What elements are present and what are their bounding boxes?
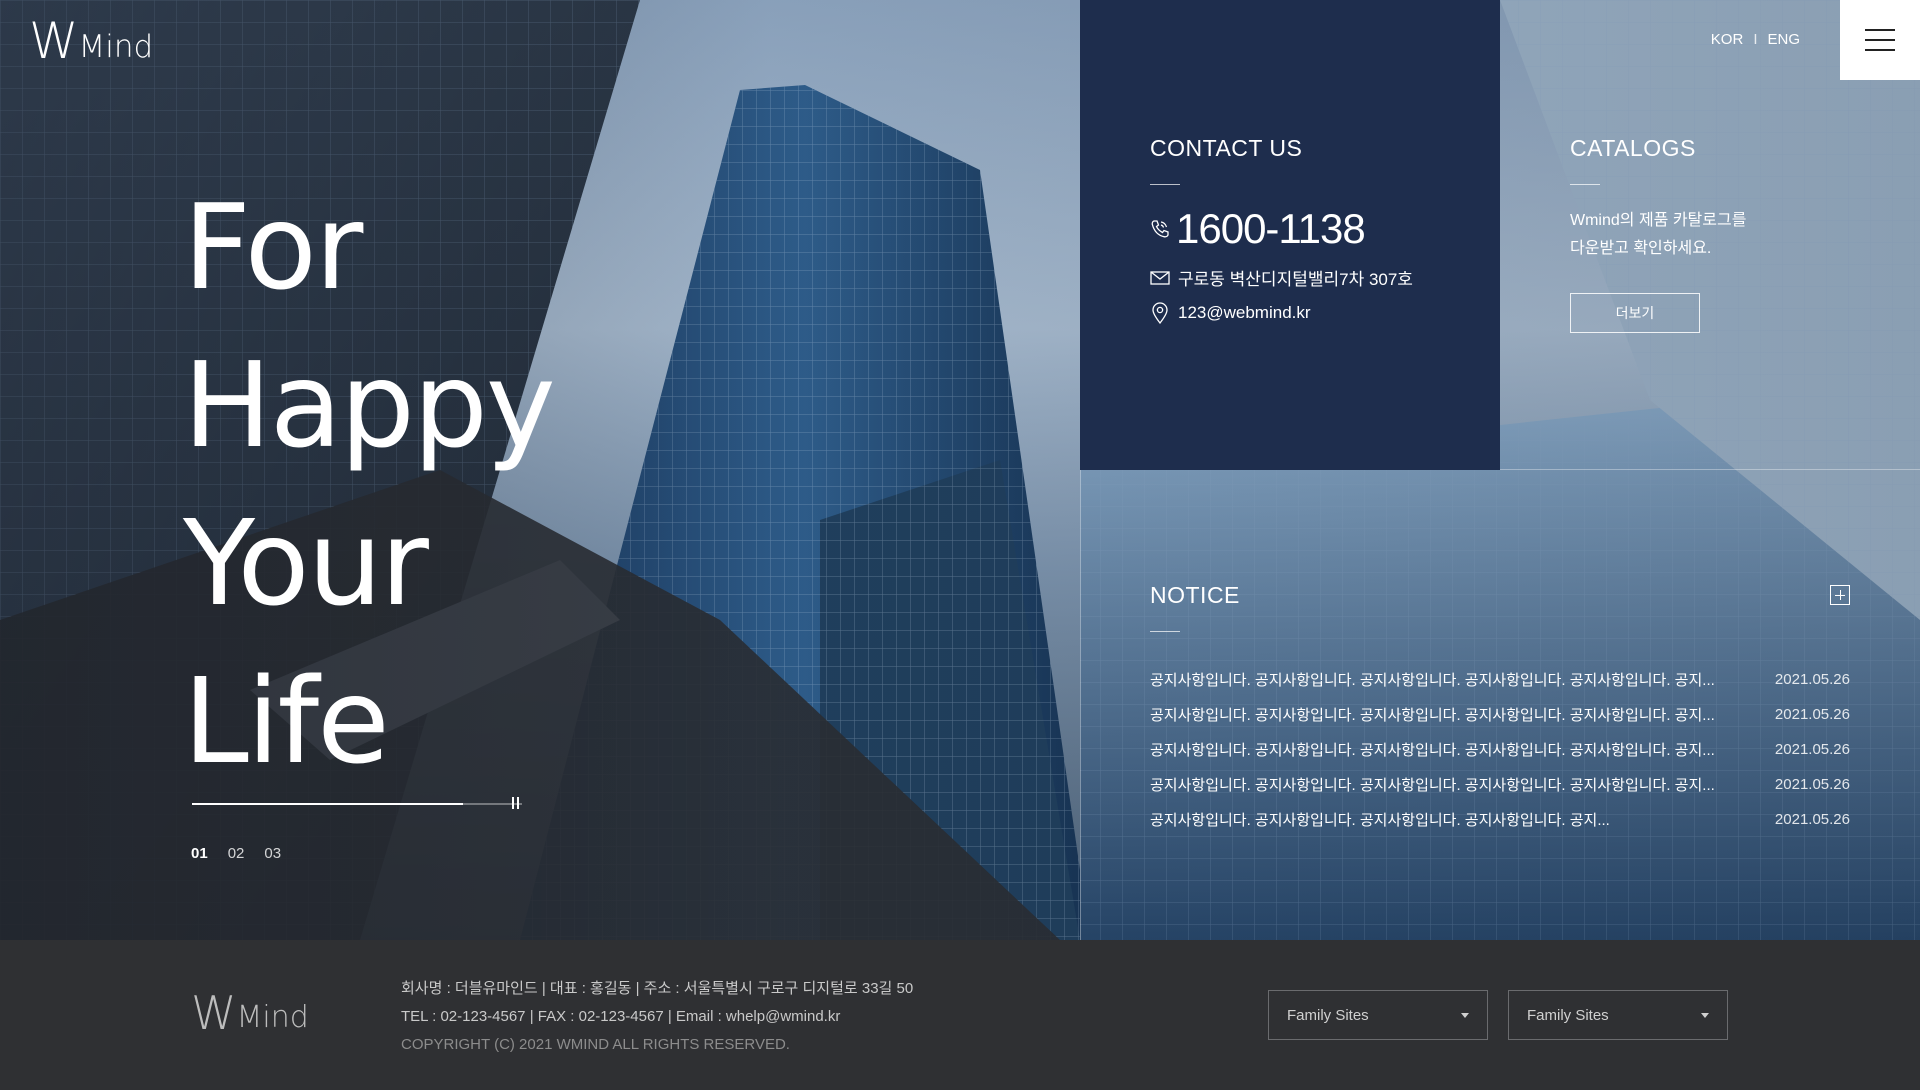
pager-item-02[interactable]: 02 bbox=[228, 845, 245, 862]
title-divider bbox=[1150, 631, 1180, 632]
slogan-line: Your bbox=[183, 494, 429, 632]
notice-item-title[interactable]: 공지사항입니다. 공지사항입니다. 공지사항입니다. 공지사항입니다. 공지..… bbox=[1150, 809, 1730, 830]
notice-item-title[interactable]: 공지사항입니다. 공지사항입니다. 공지사항입니다. 공지사항입니다. 공지사항… bbox=[1150, 774, 1730, 795]
phone-row: 1600-1138 bbox=[1150, 205, 1413, 253]
catalogs-section: CATALOGS Wmind의 제품 카탈로그를 다운받고 확인하세요. 더보기 bbox=[1570, 135, 1790, 333]
notice-item-date: 2021.05.26 bbox=[1774, 671, 1850, 688]
notice-item-title[interactable]: 공지사항입니다. 공지사항입니다. 공지사항입니다. 공지사항입니다. 공지사항… bbox=[1150, 739, 1730, 760]
notice-item-date: 2021.05.26 bbox=[1774, 741, 1850, 758]
catalogs-title: CATALOGS bbox=[1570, 135, 1696, 161]
contact-title: CONTACT US bbox=[1150, 135, 1303, 161]
lang-kor-link[interactable]: KOR bbox=[1711, 31, 1744, 48]
logo-mind: Mind bbox=[78, 29, 154, 65]
lang-eng-link[interactable]: ENG bbox=[1767, 31, 1800, 48]
email-link[interactable]: 123@webmind.kr bbox=[1178, 303, 1311, 323]
notice-item-date: 2021.05.26 bbox=[1774, 706, 1850, 723]
lang-separator: I bbox=[1753, 31, 1758, 48]
language-switcher: KOR I ENG bbox=[1711, 31, 1800, 48]
notice-section: NOTICE 공지사항입니다. 공지사항입니다. 공지사항입니다. 공지사항입니… bbox=[1150, 582, 1850, 837]
footer-copyright: COPYRIGHT (C) 2021 WMIND ALL RIGHTS RESE… bbox=[401, 1036, 790, 1053]
footer-info-line: TEL : 02-123-4567 | FAX : 02-123-4567 | … bbox=[401, 1008, 841, 1025]
mail-icon bbox=[1150, 270, 1170, 285]
catalogs-more-button[interactable]: 더보기 bbox=[1570, 293, 1700, 333]
hamburger-icon bbox=[1865, 29, 1895, 31]
notice-item[interactable]: 공지사항입니다. 공지사항입니다. 공지사항입니다. 공지사항입니다. 공지사항… bbox=[1150, 662, 1850, 697]
contact-panel: CONTACT US 1600-1138 구로동 벽산디지털밸리7차 307호 … bbox=[1080, 0, 1500, 470]
section-divider bbox=[1080, 470, 1081, 940]
title-divider bbox=[1150, 184, 1180, 185]
pager-item-03[interactable]: 03 bbox=[264, 845, 281, 862]
title-divider bbox=[1570, 184, 1600, 185]
chevron-down-icon bbox=[1461, 1012, 1469, 1018]
catalogs-desc-line: 다운받고 확인하세요. bbox=[1570, 240, 1712, 257]
phone-number[interactable]: 1600-1138 bbox=[1176, 205, 1366, 253]
notice-item-title[interactable]: 공지사항입니다. 공지사항입니다. 공지사항입니다. 공지사항입니다. 공지사항… bbox=[1150, 669, 1730, 690]
slide-progress-fill bbox=[192, 803, 463, 805]
family-sites-select-1[interactable]: Family Sites bbox=[1268, 990, 1488, 1040]
notice-title: NOTICE bbox=[1150, 582, 1240, 608]
hamburger-menu-button[interactable] bbox=[1840, 0, 1920, 80]
slogan-line: Happy bbox=[183, 336, 556, 474]
slogan-line: Life bbox=[183, 652, 390, 790]
notice-item[interactable]: 공지사항입니다. 공지사항입니다. 공지사항입니다. 공지사항입니다. 공지사항… bbox=[1150, 767, 1850, 802]
email-row: 123@webmind.kr bbox=[1150, 302, 1413, 324]
address-text: 구로동 벽산디지털밸리7차 307호 bbox=[1178, 270, 1413, 289]
notice-item[interactable]: 공지사항입니다. 공지사항입니다. 공지사항입니다. 공지사항입니다. 공지사항… bbox=[1150, 732, 1850, 767]
catalogs-description: Wmind의 제품 카탈로그를 다운받고 확인하세요. bbox=[1570, 207, 1790, 263]
section-divider bbox=[1500, 469, 1920, 470]
notice-item[interactable]: 공지사항입니다. 공지사항입니다. 공지사항입니다. 공지사항입니다. 공지사항… bbox=[1150, 697, 1850, 732]
slide-pager: 01 02 03 bbox=[191, 845, 281, 862]
notice-item-title[interactable]: 공지사항입니다. 공지사항입니다. 공지사항입니다. 공지사항입니다. 공지사항… bbox=[1150, 704, 1730, 725]
pager-item-01[interactable]: 01 bbox=[191, 845, 208, 862]
family-sites-label: Family Sites bbox=[1527, 1006, 1609, 1024]
pause-icon[interactable] bbox=[512, 797, 522, 809]
catalogs-desc-line: Wmind의 제품 카탈로그를 bbox=[1570, 212, 1747, 229]
footer-logo-mind: Mind bbox=[236, 1000, 309, 1035]
notice-item-date: 2021.05.26 bbox=[1774, 811, 1850, 828]
notice-list: 공지사항입니다. 공지사항입니다. 공지사항입니다. 공지사항입니다. 공지사항… bbox=[1150, 662, 1850, 837]
plus-icon[interactable] bbox=[1830, 585, 1850, 605]
site-logo[interactable]: W Mind bbox=[29, 16, 153, 66]
hamburger-icon-line bbox=[1865, 39, 1895, 41]
slogan-line: For bbox=[183, 178, 363, 316]
chevron-down-icon bbox=[1701, 1012, 1709, 1018]
family-sites-label: Family Sites bbox=[1287, 1006, 1369, 1024]
address-row: 구로동 벽산디지털밸리7차 307호 bbox=[1150, 265, 1413, 290]
location-pin-icon bbox=[1152, 302, 1168, 324]
footer-info-line: 회사명 : 더블유마인드 | 대표 : 홍길동 | 주소 : 서울특별시 구로구… bbox=[401, 980, 914, 997]
hero-slogan: For Happy Your Life bbox=[183, 168, 556, 800]
logo-w: W bbox=[29, 12, 78, 70]
footer-company-info: 회사명 : 더블유마인드 | 대표 : 홍길동 | 주소 : 서울특별시 구로구… bbox=[401, 975, 913, 1059]
phone-icon bbox=[1151, 220, 1169, 238]
notice-item-date: 2021.05.26 bbox=[1774, 776, 1850, 793]
site-footer: W Mind 회사명 : 더블유마인드 | 대표 : 홍길동 | 주소 : 서울… bbox=[0, 940, 1920, 1090]
slide-progress-bar bbox=[192, 803, 522, 805]
footer-logo[interactable]: W Mind bbox=[191, 990, 309, 1036]
family-sites-select-2[interactable]: Family Sites bbox=[1508, 990, 1728, 1040]
hamburger-icon-line bbox=[1865, 49, 1895, 51]
notice-item[interactable]: 공지사항입니다. 공지사항입니다. 공지사항입니다. 공지사항입니다. 공지..… bbox=[1150, 802, 1850, 837]
footer-logo-w: W bbox=[191, 986, 237, 1040]
